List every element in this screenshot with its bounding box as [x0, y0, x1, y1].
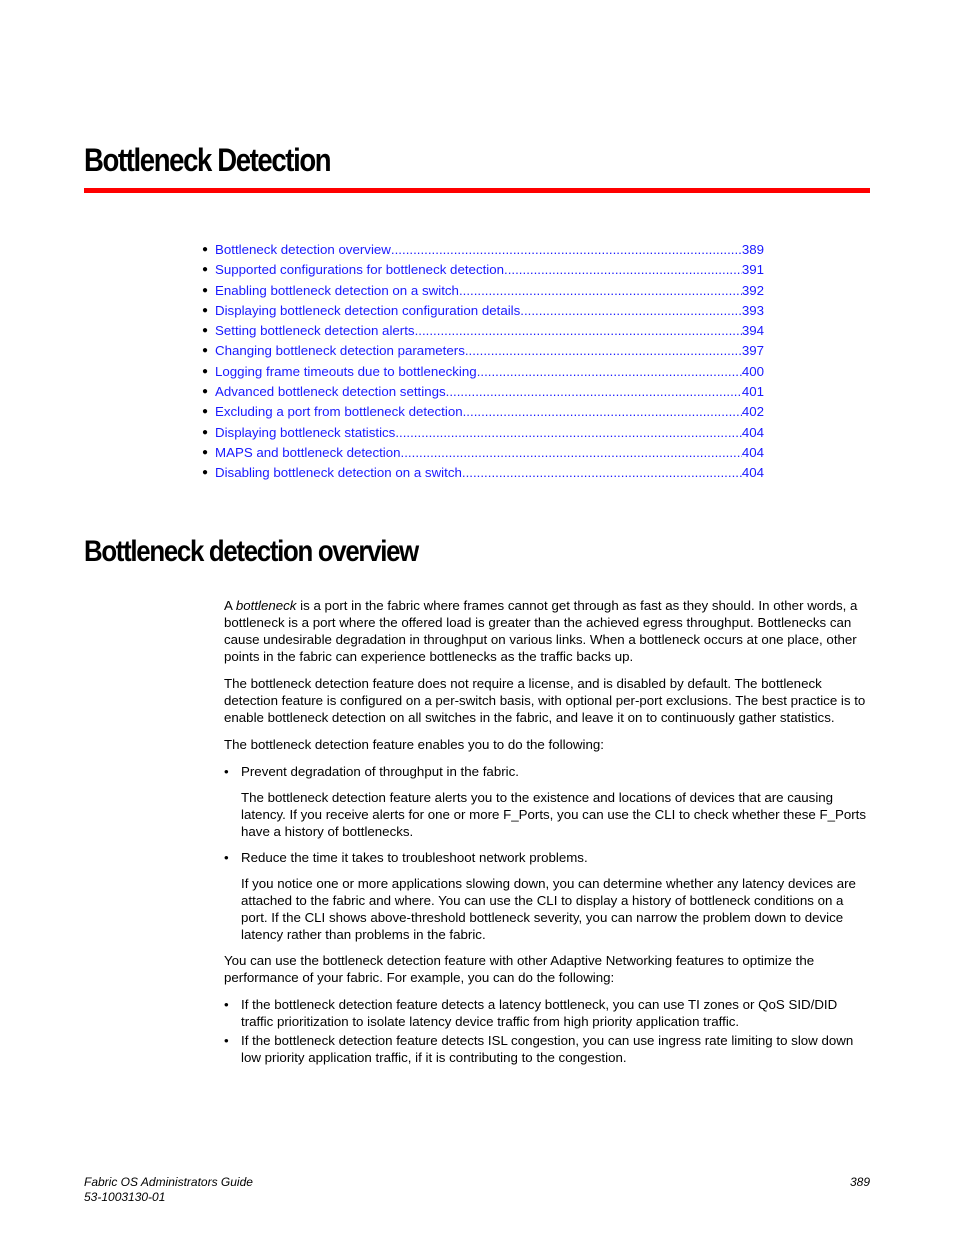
toc-page-number[interactable]: 404	[742, 423, 764, 443]
toc-leader-dots	[401, 443, 742, 463]
bullet-icon: ●	[202, 325, 209, 337]
toc-item[interactable]: ● Displaying bottleneck statistics 404	[202, 423, 764, 443]
toc-page-number[interactable]: 391	[742, 260, 764, 280]
toc-link[interactable]: Displaying bottleneck detection configur…	[215, 301, 520, 321]
term-bottleneck: bottleneck	[235, 598, 297, 613]
toc-link[interactable]: Logging frame timeouts due to bottleneck…	[215, 362, 477, 382]
toc-link[interactable]: Supported configurations for bottleneck …	[215, 260, 504, 280]
bullet-icon: •	[224, 764, 229, 779]
toc-item[interactable]: ● Logging frame timeouts due to bottlenec…	[202, 362, 764, 382]
toc-item[interactable]: ● Advanced bottleneck detection settings 4…	[202, 382, 764, 402]
toc-page-number[interactable]: 402	[742, 402, 764, 422]
toc-leader-dots	[462, 463, 742, 483]
bullet-icon: ●	[202, 365, 209, 377]
toc-item[interactable]: ● Enabling bottleneck detection on a swit…	[202, 281, 764, 301]
toc-page-number[interactable]: 394	[742, 321, 764, 341]
bullet-icon: ●	[202, 446, 209, 458]
toc-leader-dots	[459, 281, 742, 301]
toc-link[interactable]: Bottleneck detection overview	[215, 240, 391, 260]
text: A	[224, 598, 236, 613]
list-item: • Prevent degradation of throughput in th…	[224, 763, 872, 780]
toc-link[interactable]: MAPS and bottleneck detection	[215, 443, 401, 463]
toc-page-number[interactable]: 392	[742, 281, 764, 301]
list-item-detail: The bottleneck detection feature alerts …	[241, 790, 867, 839]
list-item-detail: If you notice one or more applications s…	[241, 876, 856, 942]
chapter-title: Bottleneck Detection	[84, 142, 332, 178]
benefits-list: • Prevent degradation of throughput in th…	[224, 763, 872, 780]
section-title: Bottleneck detection overview	[84, 535, 419, 568]
bullet-icon: ●	[202, 284, 209, 296]
bullet-icon: •	[224, 850, 229, 865]
toc-link[interactable]: Excluding a port from bottleneck detecti…	[215, 402, 463, 422]
footer-doc-info: Fabric OS Administrators Guide 53-100313…	[84, 1175, 253, 1205]
toc-item[interactable]: ● Excluding a port from bottleneck detect…	[202, 402, 764, 422]
bullet-icon: ●	[202, 244, 209, 255]
paragraph-adaptive-networking: You can use the bottleneck detection fea…	[224, 953, 815, 985]
toc-leader-dots	[465, 341, 742, 361]
toc-link[interactable]: Enabling bottleneck detection on a switc…	[215, 281, 459, 301]
toc-page-number[interactable]: 393	[742, 301, 764, 321]
toc-item[interactable]: ● Displaying bottleneck detection configu…	[202, 301, 764, 321]
toc-leader-dots	[477, 362, 742, 382]
toc-link[interactable]: Changing bottleneck detection parameters	[215, 341, 465, 361]
bullet-icon: •	[224, 997, 229, 1012]
toc-page-number[interactable]: 404	[742, 463, 764, 483]
paragraph-license: The bottleneck detection feature does no…	[224, 676, 866, 725]
text: is a port in the fabric where frames can…	[224, 598, 858, 664]
toc-link[interactable]: Disabling bottleneck detection on a swit…	[215, 463, 462, 483]
toc-leader-dots	[395, 423, 741, 443]
toc-item[interactable]: ● Changing bottleneck detection parameter…	[202, 341, 764, 361]
bullet-icon: •	[224, 1033, 229, 1048]
chapter-title-rule	[84, 188, 870, 193]
toc-leader-dots	[391, 240, 742, 260]
toc-item[interactable]: ● Setting bottleneck detection alerts 394	[202, 321, 764, 341]
bullet-icon: ●	[202, 304, 209, 316]
toc-link[interactable]: Displaying bottleneck statistics	[215, 423, 395, 443]
footer-doc-number: 53-1003130-01	[84, 1190, 166, 1204]
toc-page-number[interactable]: 397	[742, 341, 764, 361]
list-item: • If the bottleneck detection feature det…	[224, 996, 872, 1030]
toc-leader-dots	[415, 321, 742, 341]
footer-page-number: 389	[849, 1175, 870, 1189]
toc-leader-dots	[446, 382, 742, 402]
toc-page-number[interactable]: 401	[742, 382, 764, 402]
toc-item[interactable]: ● Disabling bottleneck detection on a swi…	[202, 463, 764, 483]
toc-leader-dots	[504, 260, 742, 280]
list-item-text: If the bottleneck detection feature dete…	[241, 1033, 854, 1065]
list-item: • If the bottleneck detection feature det…	[224, 1032, 872, 1066]
paragraph-definition: A bottleneck is a port in the fabric whe…	[224, 597, 872, 665]
toc-link[interactable]: Setting bottleneck detection alerts	[215, 321, 415, 341]
benefits-list: • Reduce the time it takes to troubleshoo…	[224, 849, 872, 866]
list-item: • Reduce the time it takes to troubleshoo…	[224, 849, 872, 866]
footer-doc-title: Fabric OS Administrators Guide	[84, 1175, 253, 1189]
toc-link[interactable]: Advanced bottleneck detection settings	[215, 382, 446, 402]
bullet-icon: ●	[202, 426, 209, 438]
toc-page-number[interactable]: 400	[742, 362, 764, 382]
examples-list: • If the bottleneck detection feature det…	[224, 996, 872, 1066]
bullet-icon: ●	[202, 264, 209, 276]
section-body: A bottleneck is a port in the fabric whe…	[224, 597, 872, 1068]
list-item-text: Reduce the time it takes to troubleshoot…	[241, 850, 588, 865]
list-item-text: If the bottleneck detection feature dete…	[241, 997, 838, 1029]
toc-leader-dots	[520, 301, 742, 321]
paragraph-intro-list: The bottleneck detection feature enables…	[224, 737, 604, 752]
mini-toc: ● Bottleneck detection overview 389 ● Suppo…	[202, 240, 764, 484]
bullet-icon: ●	[202, 386, 209, 398]
toc-page-number[interactable]: 389	[742, 240, 764, 260]
toc-page-number[interactable]: 404	[742, 443, 764, 463]
toc-item[interactable]: ● MAPS and bottleneck detection 404	[202, 443, 764, 463]
bullet-icon: ●	[202, 467, 209, 479]
toc-leader-dots	[463, 402, 742, 422]
toc-item[interactable]: ● Supported configurations for bottleneck…	[202, 260, 764, 280]
bullet-icon: ●	[202, 406, 209, 418]
toc-item[interactable]: ● Bottleneck detection overview 389	[202, 240, 764, 260]
list-item-text: Prevent degradation of throughput in the…	[241, 764, 519, 779]
bullet-icon: ●	[202, 345, 209, 357]
